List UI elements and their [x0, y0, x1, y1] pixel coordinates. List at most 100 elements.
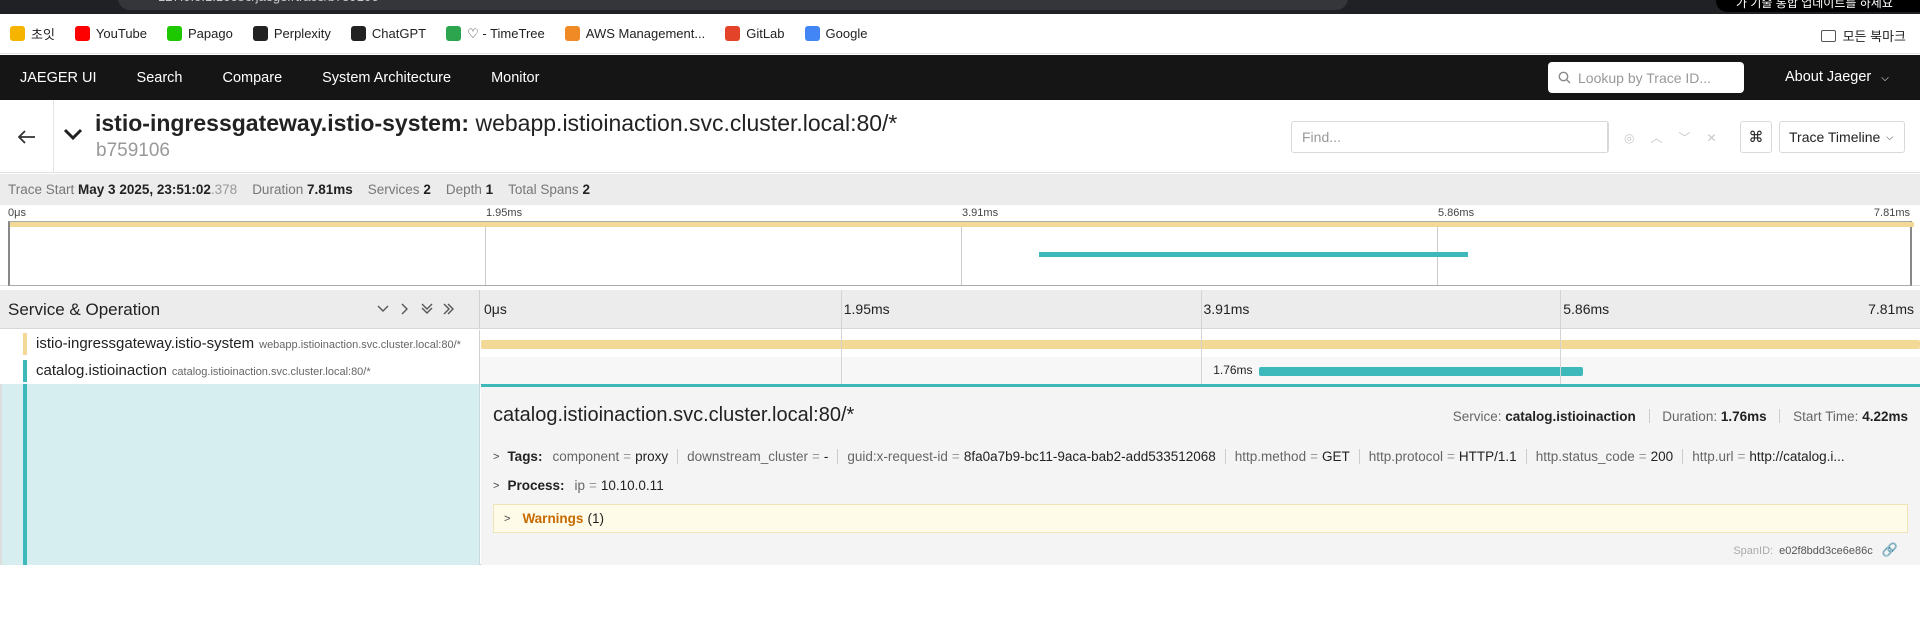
key-value-pair: component = proxy	[552, 449, 668, 464]
warnings-count: (1)	[587, 511, 604, 526]
chevron-right-icon[interactable]: >	[493, 480, 499, 492]
span-detail-panel: catalog.istioinaction.svc.cluster.local:…	[481, 384, 1920, 565]
span-name-cell[interactable]: istio-ingressgateway.istio-system webapp.…	[0, 330, 480, 358]
collapse-one-icon[interactable]	[376, 302, 390, 316]
trace-id: b759106	[96, 140, 170, 161]
minimap-canvas[interactable]	[8, 221, 1914, 286]
brand-link[interactable]: JAEGER UI	[0, 70, 117, 86]
process-label: Process:	[507, 478, 565, 493]
bookmark-item[interactable]: Papago	[167, 26, 233, 41]
nav-compare[interactable]: Compare	[203, 70, 303, 86]
kv-equals: =	[623, 449, 632, 464]
service-color-indicator	[23, 333, 27, 355]
bookmark-item[interactable]: Google	[804, 26, 867, 41]
profile-banner[interactable]: 가 기술 통합 업데이트를 하세요	[1716, 0, 1920, 12]
bookmark-item[interactable]: YouTube	[74, 26, 147, 41]
aws-icon	[564, 26, 580, 41]
find-tools: ◎ ︿ ﹀ ✕	[1612, 129, 1717, 146]
bookmark-item[interactable]: AWS Management...	[564, 26, 705, 41]
start-meta-label: Start Time:	[1793, 409, 1859, 424]
command-icon: ⌘	[1748, 129, 1764, 146]
span-name-cell[interactable]: catalog.istioinaction catalog.istioinacti…	[0, 357, 480, 385]
all-bookmarks-label: 모든 북마크	[1842, 29, 1906, 44]
kv-value: GET	[1321, 449, 1350, 464]
span-detail-gutter	[0, 384, 480, 565]
depth-label: Depth	[445, 182, 482, 197]
chevron-right-icon[interactable]: >	[504, 513, 510, 525]
operation-label: webapp.istioinaction.svc.cluster.local:8…	[259, 339, 461, 351]
minimap-tick-label: 7.81ms	[1873, 207, 1910, 219]
process-row[interactable]: > Process: ip = 10.10.0.11	[493, 478, 1911, 493]
close-icon[interactable]: ✕	[1707, 131, 1717, 145]
keyboard-shortcuts-button[interactable]: ⌘	[1740, 121, 1772, 153]
tags-row[interactable]: > Tags: component = proxy downstream_cluste…	[493, 449, 1911, 464]
bookmark-item[interactable]: ChatGPT	[350, 26, 427, 41]
chevron-right-icon[interactable]: >	[493, 451, 499, 463]
chevron-down-icon[interactable]: ﹀	[1679, 129, 1691, 146]
papago-icon	[167, 26, 183, 41]
expand-collapse-tools	[376, 302, 456, 316]
service-operation-header: Service & Operation	[0, 290, 480, 329]
kv-key: http.method	[1234, 449, 1307, 464]
expand-one-icon[interactable]	[398, 302, 412, 316]
trace-total-spans: Total Spans 2	[508, 182, 590, 197]
spans-value: 2	[582, 182, 590, 197]
trace-summary: Trace Start May 3 2025, 23:51:02.378 Dur…	[0, 174, 1920, 205]
bookmark-label: Papago	[188, 26, 233, 41]
span-service-name: catalog.istioinaction catalog.istioinacti…	[36, 362, 371, 379]
trace-depth: Depth 1	[446, 182, 493, 197]
trace-start: Trace Start May 3 2025, 23:51:02.378	[8, 182, 237, 197]
trace-minimap[interactable]: 0μs 1.95ms 3.91ms 5.86ms 7.81ms	[0, 205, 1920, 286]
span-row[interactable]: istio-ingressgateway.istio-system webapp.…	[0, 330, 1920, 358]
service-label: istio-ingressgateway.istio-system	[36, 335, 255, 352]
kv-value: http://catalog.i...	[1749, 449, 1845, 464]
nav-system-architecture[interactable]: System Architecture	[302, 70, 471, 86]
kv-equals: =	[811, 449, 820, 464]
about-jaeger-menu[interactable]: About Jaeger ⌵	[1785, 55, 1889, 100]
find-input[interactable]: Find...	[1292, 122, 1608, 152]
nav-search[interactable]: Search	[117, 70, 203, 86]
duration-label: Duration	[252, 182, 304, 197]
span-bar[interactable]	[1258, 367, 1583, 376]
key-value-pair: http.url = http://catalog.i...	[1692, 449, 1844, 464]
folder-icon	[1820, 29, 1836, 42]
chevron-down-icon: ⌵	[1886, 131, 1894, 142]
collapse-all-icon[interactable]	[420, 302, 434, 316]
trace-start-label: Trace Start	[8, 182, 75, 197]
kv-key: ip	[574, 478, 585, 493]
view-mode-select[interactable]: Trace Timeline ⌵	[1779, 121, 1905, 153]
chevron-down-icon[interactable]	[63, 127, 83, 141]
span-id: SpanID: e02f8bdd3ce6e86c 🔗	[1733, 542, 1898, 558]
kv-equals: =	[1447, 449, 1455, 464]
bookmark-item[interactable]: GitLab	[725, 26, 785, 41]
key-value-pair: ip = 10.10.0.11	[574, 478, 663, 493]
chevron-up-icon[interactable]: ︿	[1650, 129, 1662, 146]
kv-value: -	[823, 449, 829, 464]
bookmark-item[interactable]: ♡ - TimeTree	[446, 26, 545, 42]
nav-monitor[interactable]: Monitor	[471, 70, 559, 86]
all-bookmarks-button[interactable]: 모든 북마크	[1820, 26, 1906, 45]
target-icon[interactable]: ◎	[1624, 131, 1634, 145]
minimap-span-bar	[10, 222, 1914, 227]
operation-label: catalog.istioinaction.svc.cluster.local:…	[171, 366, 371, 378]
key-value-pair: http.status_code = 200	[1536, 449, 1674, 464]
address-bar[interactable]: 127.0.0.1:16686/jaeger/trace/b759106	[118, 0, 1348, 10]
bookmark-item[interactable]: 초잇	[10, 24, 55, 43]
bookmark-label: ChatGPT	[371, 26, 427, 41]
trace-id-lookup-input[interactable]: Lookup by Trace ID...	[1548, 62, 1744, 93]
span-id-label: SpanID:	[1733, 545, 1774, 557]
bookmark-item[interactable]: Perplexity	[252, 26, 331, 41]
trace-duration: Duration 7.81ms	[252, 182, 353, 197]
kv-divider	[677, 449, 679, 464]
start-meta-value: 4.22ms	[1862, 409, 1908, 424]
minimap-tick-label: 3.91ms	[962, 207, 999, 219]
back-button[interactable]	[0, 100, 54, 173]
span-row[interactable]: catalog.istioinaction catalog.istioinacti…	[0, 357, 1920, 385]
tags-label: Tags:	[507, 449, 543, 464]
title-separator: :	[461, 110, 476, 136]
kv-equals: =	[1310, 449, 1318, 464]
warnings-section[interactable]: > Warnings (1)	[493, 504, 1908, 533]
expand-all-icon[interactable]	[442, 302, 456, 316]
minimap-gridline	[961, 222, 962, 285]
link-icon[interactable]: 🔗	[1882, 542, 1898, 557]
